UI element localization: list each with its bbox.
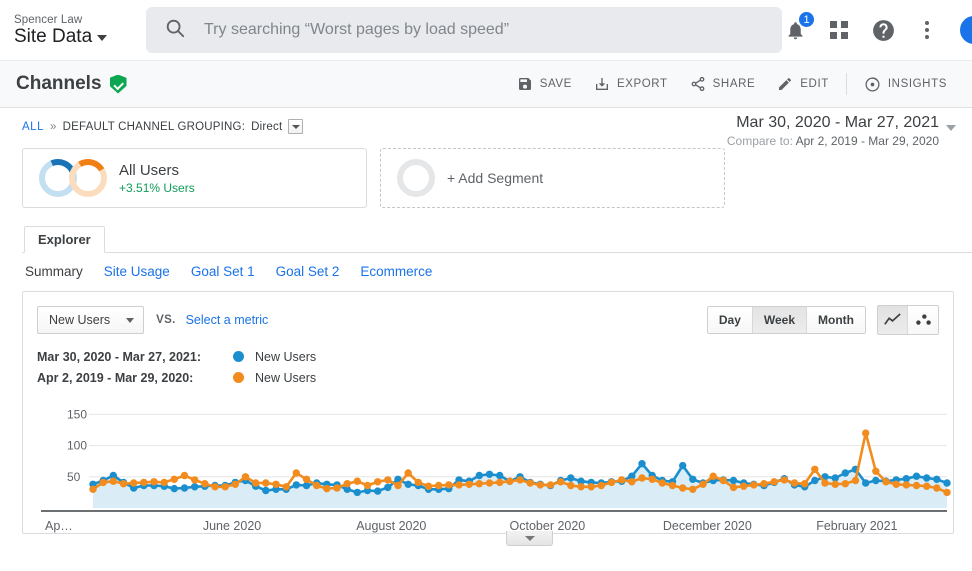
action-divider bbox=[846, 73, 847, 95]
granularity-month[interactable]: Month bbox=[807, 307, 865, 333]
chevron-down-icon bbox=[292, 125, 300, 129]
search-box[interactable] bbox=[146, 7, 782, 53]
breadcrumb-dropdown-button[interactable] bbox=[288, 119, 303, 134]
chart-legend: Mar 30, 2020 - Mar 27, 2021: New Users A… bbox=[23, 335, 953, 388]
breadcrumb-row: ALL » DEFAULT CHANNEL GROUPING: Direct M… bbox=[0, 108, 972, 142]
select-a-metric-link[interactable]: Select a metric bbox=[186, 313, 269, 327]
report-actions: SAVE EXPORT SHARE EDIT INSIGHTS bbox=[506, 71, 958, 98]
insights-label: INSIGHTS bbox=[888, 78, 947, 90]
compare-value: Apr 2, 2019 - Mar 29, 2020 bbox=[796, 134, 939, 148]
legend-primary-date: Mar 30, 2020 - Mar 27, 2021: bbox=[37, 350, 233, 364]
chart-type-toggle bbox=[877, 305, 939, 335]
empty-donut-icon bbox=[397, 159, 435, 197]
legend-primary-dot bbox=[233, 351, 244, 362]
chart-controls: New Users VS. Select a metric Day Week M… bbox=[23, 292, 953, 335]
property-selector[interactable]: Spencer Law Site Data bbox=[14, 14, 124, 47]
subtab-site-usage[interactable]: Site Usage bbox=[104, 264, 170, 279]
svg-text:150: 150 bbox=[67, 407, 87, 421]
save-label: SAVE bbox=[540, 78, 572, 90]
granularity-toggle: Day Week Month bbox=[707, 306, 866, 334]
breadcrumb-grouping-value: Direct bbox=[251, 121, 282, 133]
property-name: Site Data bbox=[14, 27, 92, 47]
subtab-summary[interactable]: Summary bbox=[25, 264, 83, 279]
segment-name: All Users bbox=[119, 162, 195, 179]
metric-selector[interactable]: New Users bbox=[37, 306, 144, 334]
metric-selector-label: New Users bbox=[49, 313, 110, 327]
subtab-ecommerce[interactable]: Ecommerce bbox=[360, 264, 432, 279]
breadcrumb-separator: » bbox=[50, 121, 57, 133]
scatter-chart-icon[interactable] bbox=[908, 306, 938, 334]
edit-button[interactable]: EDIT bbox=[766, 71, 840, 97]
search-input[interactable] bbox=[202, 20, 764, 40]
help-icon[interactable] bbox=[870, 17, 896, 43]
legend-primary-name: New Users bbox=[255, 350, 316, 364]
segment-donut-icons bbox=[39, 159, 107, 197]
export-label: EXPORT bbox=[617, 78, 668, 90]
svg-text:100: 100 bbox=[67, 439, 87, 453]
granularity-day[interactable]: Day bbox=[708, 307, 753, 333]
chevron-down-icon bbox=[525, 536, 535, 541]
line-chart[interactable]: 50100150Ap…June 2020August 2020October 2… bbox=[23, 400, 953, 533]
verified-shield-icon bbox=[110, 75, 127, 94]
breadcrumb-all[interactable]: ALL bbox=[22, 121, 44, 133]
legend-compare-name: New Users bbox=[255, 371, 316, 385]
legend-compare-dot bbox=[233, 372, 244, 383]
account-name: Spencer Law bbox=[14, 14, 124, 26]
add-segment-label: + Add Segment bbox=[447, 170, 543, 186]
notifications-icon[interactable]: 1 bbox=[782, 17, 808, 43]
date-range-primary: Mar 30, 2020 - Mar 27, 2021 bbox=[727, 114, 939, 132]
segment-all-users[interactable]: All Users +3.51% Users bbox=[22, 148, 367, 208]
share-label: SHARE bbox=[713, 78, 756, 90]
compare-label: Compare to: bbox=[727, 134, 793, 148]
chevron-down-icon bbox=[97, 35, 107, 41]
svg-text:Ap…: Ap… bbox=[45, 519, 73, 533]
chart-expand-handle[interactable] bbox=[506, 531, 553, 546]
date-range-compare: Compare to: Apr 2, 2019 - Mar 29, 2020 bbox=[727, 134, 939, 148]
svg-text:August 2020: August 2020 bbox=[356, 519, 426, 533]
granularity-week[interactable]: Week bbox=[753, 307, 807, 333]
page-title-wrap: Channels bbox=[16, 73, 127, 95]
explorer-tab-row: Explorer bbox=[22, 227, 972, 253]
add-segment-button[interactable]: + Add Segment bbox=[380, 148, 725, 208]
line-chart-icon[interactable] bbox=[878, 306, 908, 334]
svg-text:June 2020: June 2020 bbox=[203, 519, 261, 533]
account-avatar[interactable] bbox=[958, 14, 972, 46]
segment-delta: +3.51% Users bbox=[119, 181, 195, 195]
apps-grid-icon[interactable] bbox=[826, 17, 852, 43]
date-range-selector[interactable]: Mar 30, 2020 - Mar 27, 2021 Compare to: … bbox=[727, 114, 956, 148]
segment-bar: All Users +3.51% Users + Add Segment bbox=[0, 142, 972, 208]
breadcrumb: ALL » DEFAULT CHANNEL GROUPING: Direct bbox=[22, 119, 303, 134]
top-bar-icons: 1 bbox=[782, 14, 972, 46]
top-bar: Spencer Law Site Data 1 bbox=[0, 0, 972, 61]
export-button[interactable]: EXPORT bbox=[583, 71, 679, 97]
chevron-down-icon bbox=[946, 125, 956, 131]
chart-view-controls: Day Week Month bbox=[707, 305, 939, 335]
donut-compare-icon bbox=[69, 159, 107, 197]
tab-explorer[interactable]: Explorer bbox=[24, 226, 105, 253]
chevron-down-icon bbox=[126, 318, 134, 323]
insights-button[interactable]: INSIGHTS bbox=[853, 71, 958, 98]
legend-compare-date: Apr 2, 2019 - Mar 29, 2020: bbox=[37, 371, 233, 385]
svg-text:December 2020: December 2020 bbox=[663, 519, 752, 533]
legend-item-primary: Mar 30, 2020 - Mar 27, 2021: New Users bbox=[37, 346, 953, 367]
report-header: Channels SAVE EXPORT SHARE EDIT INSIGHTS bbox=[0, 61, 972, 108]
save-button[interactable]: SAVE bbox=[506, 71, 583, 97]
svg-text:50: 50 bbox=[67, 470, 81, 484]
edit-label: EDIT bbox=[800, 78, 829, 90]
property-name-row: Site Data bbox=[14, 27, 124, 47]
sub-tab-row: Summary Site Usage Goal Set 1 Goal Set 2… bbox=[0, 253, 972, 279]
subtab-goal-set-2[interactable]: Goal Set 2 bbox=[276, 264, 340, 279]
breadcrumb-grouping-label: DEFAULT CHANNEL GROUPING: bbox=[63, 121, 245, 133]
notification-badge: 1 bbox=[798, 11, 815, 28]
vs-label: VS. bbox=[156, 314, 175, 326]
search-icon bbox=[164, 17, 186, 44]
svg-text:February 2021: February 2021 bbox=[816, 519, 897, 533]
page-title: Channels bbox=[16, 73, 102, 95]
legend-item-compare: Apr 2, 2019 - Mar 29, 2020: New Users bbox=[37, 367, 953, 388]
more-options-icon[interactable] bbox=[914, 17, 940, 43]
chart-svg: 50100150Ap…June 2020August 2020October 2… bbox=[23, 400, 957, 535]
subtab-goal-set-1[interactable]: Goal Set 1 bbox=[191, 264, 255, 279]
chart-panel: New Users VS. Select a metric Day Week M… bbox=[22, 291, 954, 534]
share-button[interactable]: SHARE bbox=[679, 71, 767, 97]
